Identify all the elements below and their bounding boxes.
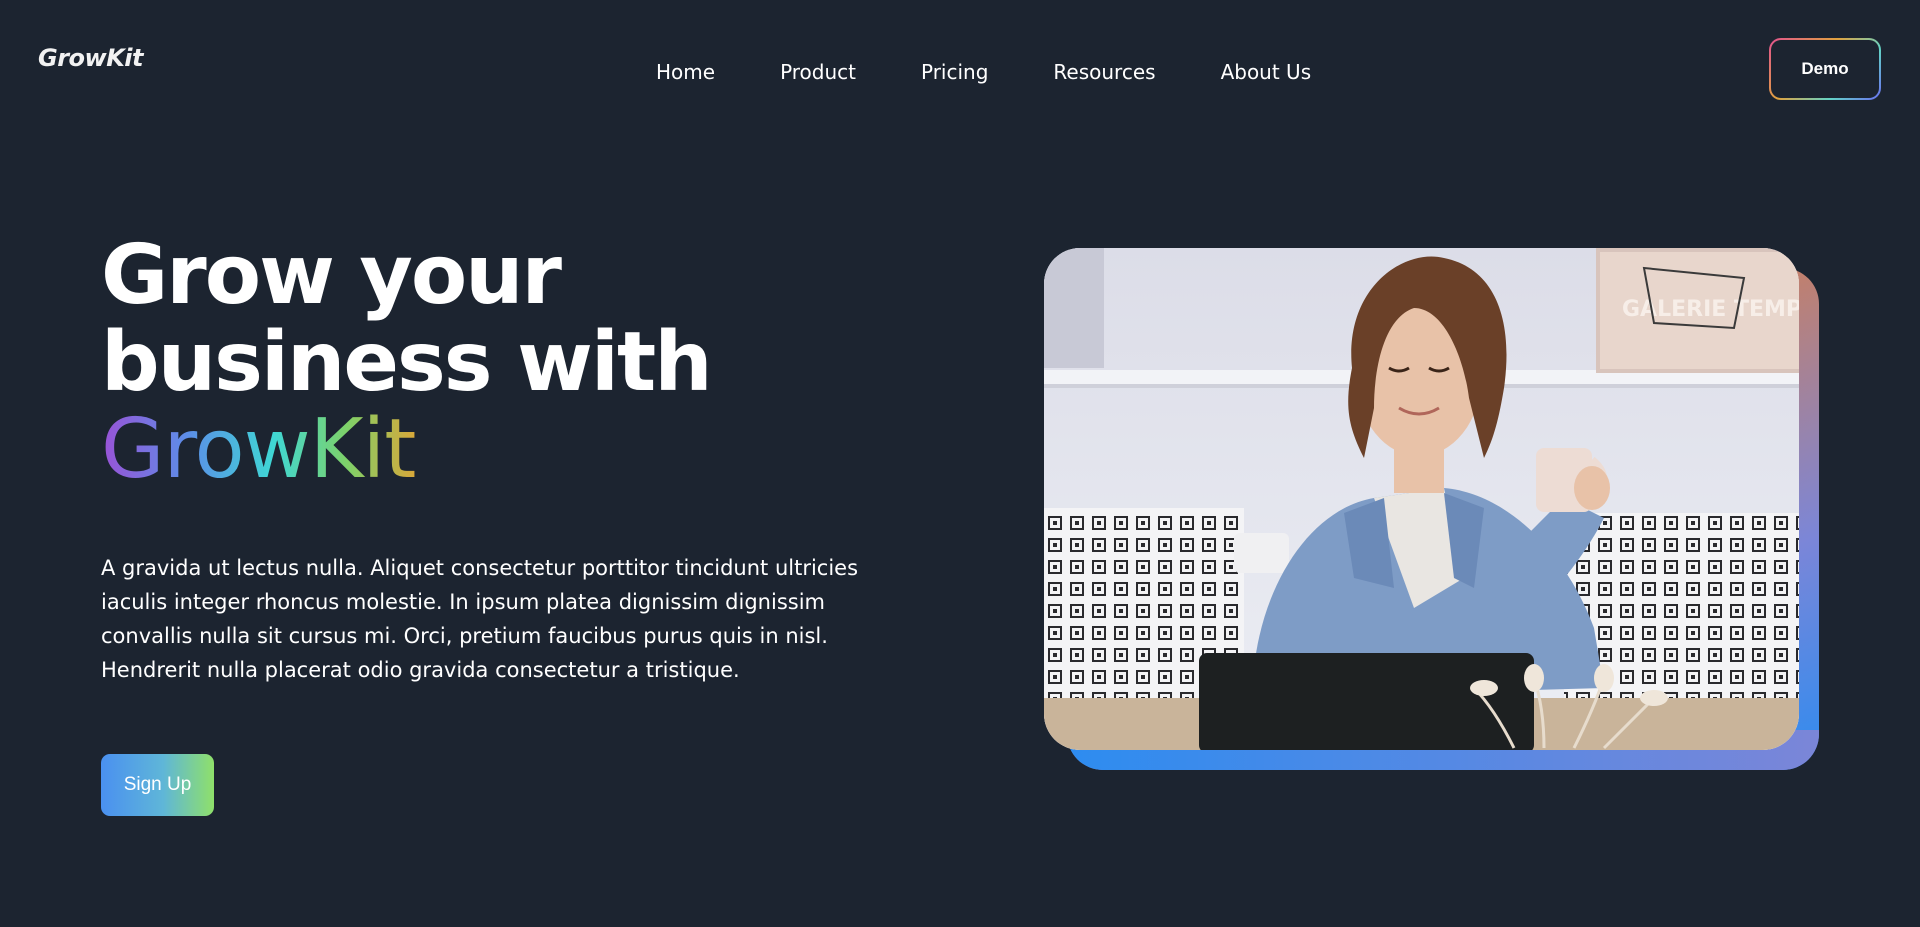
poster-text: GALERIE TEMPO: [1622, 297, 1799, 322]
nav-about-us[interactable]: About Us: [1221, 58, 1312, 86]
hero-photo: GALERIE TEMPO: [1044, 248, 1799, 750]
nav-resources[interactable]: Resources: [1053, 58, 1155, 86]
logo[interactable]: GrowKit: [38, 44, 144, 72]
nav-product[interactable]: Product: [780, 58, 856, 86]
nav-pricing[interactable]: Pricing: [921, 58, 988, 86]
woman-with-coffee-illustration: GALERIE TEMPO: [1044, 248, 1799, 750]
headline-brand: GrowKit: [101, 402, 416, 497]
sign-up-button[interactable]: Sign Up: [101, 754, 214, 816]
hero-headline: Grow your business with GrowKit: [101, 228, 713, 497]
hero-description: A gravida ut lectus nulla. Aliquet conse…: [101, 556, 859, 682]
main-nav: Home Product Pricing Resources About Us: [656, 58, 1311, 86]
landing-page: GrowKit Home Product Pricing Resources A…: [0, 0, 1920, 927]
headline-line-2: business with: [101, 315, 713, 410]
headline-line-1: Grow your: [101, 228, 562, 323]
demo-button[interactable]: Demo: [1769, 38, 1881, 100]
nav-home[interactable]: Home: [656, 58, 715, 86]
